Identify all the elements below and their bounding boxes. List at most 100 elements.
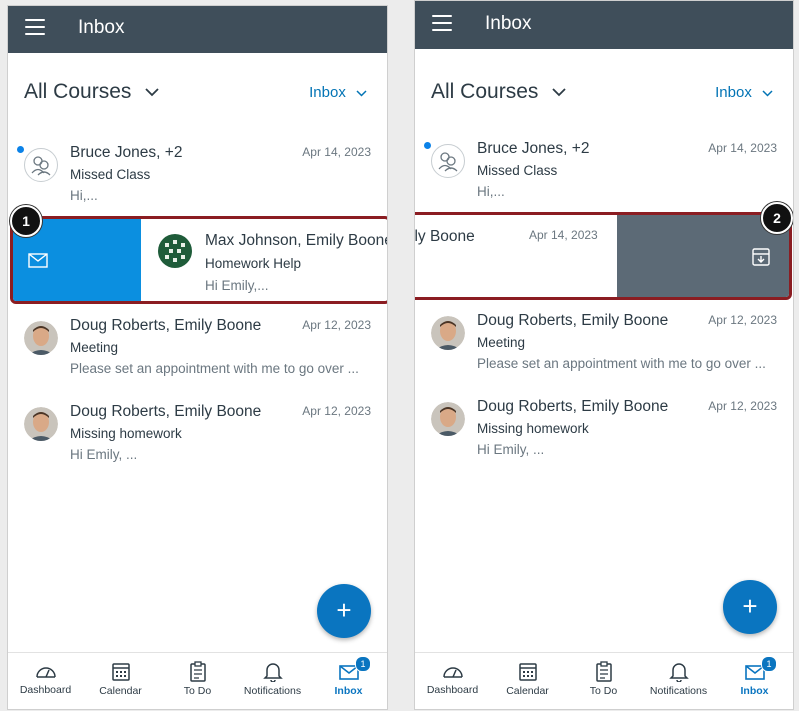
message-date: Apr 12, 2023 bbox=[302, 404, 371, 418]
message-subject: Missing homework bbox=[477, 421, 589, 436]
message-row[interactable]: Doug Roberts, Emily Boone Apr 12, 2023 M… bbox=[8, 403, 387, 483]
page-title: Inbox bbox=[485, 13, 532, 34]
filter-row: All Courses Inbox bbox=[415, 76, 793, 116]
message-date: Apr 12, 2023 bbox=[302, 318, 371, 332]
tab-label: Calendar bbox=[99, 685, 142, 697]
message-participants: Doug Roberts, Emily Boone bbox=[477, 398, 669, 415]
phone-screen-right: Inbox All Courses Inbox Bruce Jones, +2 … bbox=[414, 0, 794, 710]
tab-inbox[interactable]: 1 Inbox bbox=[311, 653, 386, 709]
courses-filter-dropdown[interactable]: All Courses bbox=[431, 80, 566, 104]
chevron-down-icon bbox=[145, 88, 159, 97]
chevron-down-icon bbox=[762, 90, 773, 97]
message-row[interactable]: Doug Roberts, Emily Boone Apr 12, 2023 M… bbox=[8, 317, 387, 397]
compose-button[interactable]: + bbox=[317, 584, 371, 638]
menu-icon[interactable] bbox=[432, 15, 452, 31]
calendar-icon bbox=[111, 663, 130, 681]
courses-filter-dropdown[interactable]: All Courses bbox=[24, 80, 159, 104]
message-preview: Please set an appointment with me to go … bbox=[477, 356, 766, 371]
swiped-message-row[interactable]: ily Boone Apr 14, 2023 bbox=[414, 212, 792, 300]
unread-count-badge: 1 bbox=[761, 656, 777, 672]
tab-label: Dashboard bbox=[19, 684, 72, 696]
unread-count-badge: 1 bbox=[355, 656, 371, 672]
tab-calendar[interactable]: Calendar bbox=[83, 653, 158, 709]
message-participants-partial: ily Boone bbox=[414, 228, 475, 245]
tab-notifications[interactable]: Notifications bbox=[641, 653, 716, 709]
message-participants: Bruce Jones, +2 bbox=[70, 144, 183, 161]
top-app-bar: Inbox bbox=[8, 6, 387, 53]
message-subject: Missing homework bbox=[70, 426, 182, 441]
message-date: Apr 14, 2023 bbox=[302, 145, 371, 159]
compose-button[interactable]: + bbox=[723, 580, 777, 634]
message-row[interactable]: Bruce Jones, +2 Apr 14, 2023 Missed Clas… bbox=[415, 140, 793, 220]
scope-filter-dropdown[interactable]: Inbox bbox=[309, 84, 367, 101]
tab-label: Inbox bbox=[740, 685, 769, 697]
bell-icon bbox=[668, 663, 689, 682]
message-subject: Meeting bbox=[70, 340, 119, 355]
tab-notifications[interactable]: Notifications bbox=[235, 653, 310, 709]
callout-marker-1: 1 bbox=[10, 205, 42, 237]
tab-label: To Do bbox=[589, 685, 618, 697]
tab-dashboard[interactable]: Dashboard bbox=[8, 653, 83, 709]
archive-icon bbox=[752, 248, 770, 266]
scope-filter-label: Inbox bbox=[309, 84, 346, 101]
message-preview: Hi,... bbox=[477, 184, 505, 199]
tab-inbox[interactable]: 1 Inbox bbox=[717, 653, 792, 709]
clipboard-icon bbox=[189, 661, 206, 682]
swiped-message-row[interactable]: Max Johnson, Emily Boone Homework Help H… bbox=[10, 216, 388, 304]
bell-icon bbox=[262, 663, 283, 682]
unread-indicator bbox=[424, 142, 431, 149]
message-subject: Meeting bbox=[477, 335, 526, 350]
message-participants: Max Johnson, Emily Boone bbox=[205, 232, 388, 249]
message-subject: Homework Help bbox=[205, 256, 302, 271]
message-preview: Hi Emily, ... bbox=[70, 447, 138, 462]
avatar bbox=[24, 321, 58, 355]
unread-indicator bbox=[17, 146, 24, 153]
scope-filter-dropdown[interactable]: Inbox bbox=[715, 84, 773, 101]
clipboard-icon bbox=[595, 661, 612, 682]
courses-filter-label: All Courses bbox=[431, 80, 539, 103]
filter-row: All Courses Inbox bbox=[8, 76, 387, 116]
tab-label: Dashboard bbox=[426, 684, 479, 696]
message-preview: Hi Emily, ... bbox=[477, 442, 545, 457]
message-row[interactable]: Doug Roberts, Emily Boone Apr 12, 2023 M… bbox=[415, 398, 793, 478]
tab-label: Calendar bbox=[506, 685, 549, 697]
bottom-tab-bar: Dashboard Calendar To Do Notifications 1… bbox=[415, 652, 793, 709]
callout-marker-2: 2 bbox=[761, 202, 793, 234]
scope-filter-label: Inbox bbox=[715, 84, 752, 101]
tab-label: Notifications bbox=[649, 685, 708, 697]
tab-todo[interactable]: To Do bbox=[566, 653, 641, 709]
message-row[interactable]: Doug Roberts, Emily Boone Apr 12, 2023 M… bbox=[415, 312, 793, 392]
message-preview: Hi,... bbox=[70, 188, 98, 203]
dashboard-icon bbox=[442, 667, 463, 678]
tab-dashboard[interactable]: Dashboard bbox=[415, 653, 490, 709]
phone-screen-left: Inbox All Courses Inbox Bruce Jones, +2 … bbox=[7, 5, 388, 710]
message-subject: Missed Class bbox=[477, 163, 558, 178]
message-date: Apr 14, 2023 bbox=[529, 228, 598, 242]
message-row[interactable]: Bruce Jones, +2 Apr 14, 2023 Missed Clas… bbox=[8, 144, 387, 224]
message-participants: Bruce Jones, +2 bbox=[477, 140, 590, 157]
avatar bbox=[431, 402, 465, 436]
message-preview: Please set an appointment with me to go … bbox=[70, 361, 359, 376]
message-subject: Missed Class bbox=[70, 167, 151, 182]
message-date: Apr 12, 2023 bbox=[708, 399, 777, 413]
tab-todo[interactable]: To Do bbox=[160, 653, 235, 709]
avatar bbox=[24, 407, 58, 441]
message-date: Apr 12, 2023 bbox=[708, 313, 777, 327]
message-preview: Hi Emily,... bbox=[205, 278, 269, 293]
tab-label: Notifications bbox=[243, 685, 302, 697]
group-avatar-icon bbox=[24, 148, 58, 182]
tab-label: To Do bbox=[183, 685, 212, 697]
message-date: Apr 14, 2023 bbox=[708, 141, 777, 155]
message-participants: Doug Roberts, Emily Boone bbox=[70, 317, 262, 334]
tab-calendar[interactable]: Calendar bbox=[490, 653, 565, 709]
avatar bbox=[431, 316, 465, 350]
tab-label: Inbox bbox=[334, 685, 363, 697]
bottom-tab-bar: Dashboard Calendar To Do Notifications 1… bbox=[8, 652, 387, 709]
page-title: Inbox bbox=[78, 17, 125, 38]
envelope-icon bbox=[28, 253, 48, 268]
group-logo-avatar bbox=[158, 234, 192, 268]
calendar-icon bbox=[518, 663, 537, 681]
top-app-bar: Inbox bbox=[415, 1, 793, 49]
menu-icon[interactable] bbox=[25, 19, 45, 35]
group-avatar-icon bbox=[431, 144, 465, 178]
